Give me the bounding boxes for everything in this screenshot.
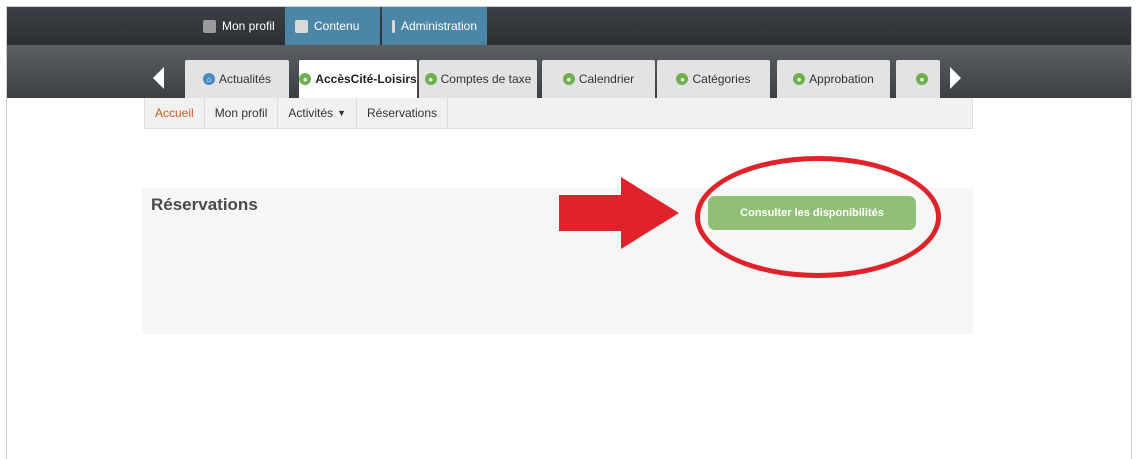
admin-toolbar: Mon profil Contenu Administration [7,7,1131,45]
caret-down-icon: ▼ [337,108,346,118]
reservations-panel: Réservations Consulter les disponibilité… [142,188,973,334]
tab-label: Catégories [692,72,751,86]
tab-comptes-de-taxe[interactable]: ● Comptes de taxe [419,60,537,98]
leaf-icon: ● [916,73,928,85]
scroll-right-arrow-icon[interactable] [950,67,961,89]
consult-availability-button[interactable]: Consulter les disponibilités [708,196,916,230]
tab-label: Calendrier [578,72,635,86]
tab-label: Comptes de taxe [440,72,532,86]
admin-item-mon-profil[interactable]: Mon profil [193,7,285,45]
home-icon: ⌂ [202,73,215,85]
panel-title: Réservations [151,195,258,214]
subnav-item-activites[interactable]: Activités ▼ [278,98,357,128]
subnav-item-mon-profil[interactable]: Mon profil [205,98,279,128]
tab-label: Actualités [218,72,272,86]
subnav-item-label: Accueil [155,106,194,120]
subnav-item-label: Mon profil [214,106,268,120]
admin-item-administration[interactable]: Administration [382,7,487,45]
browser-frame: Mon profil Contenu Administration ⌂ Actu… [6,6,1132,459]
subnav-item-label: Réservations [366,106,438,120]
tab-calendrier[interactable]: ● Calendrier [542,60,655,98]
leaf-icon: ● [676,73,689,85]
admin-item-label: Contenu [314,19,360,33]
main-tab-bar: ⌂ Actualités ● AccèsCité-Loisirs ● Compt… [7,45,1131,98]
document-icon [295,19,308,33]
sub-navigation: Accueil Mon profil Activités ▼ Réservati… [144,98,973,129]
tab-label: AccèsCité-Loisirs [315,72,417,86]
subnav-item-label: Activités [288,106,334,120]
grid-icon [392,19,395,33]
admin-item-contenu[interactable]: Contenu [285,7,380,45]
tab-accescite-loisirs[interactable]: ● AccèsCité-Loisirs [299,60,417,98]
tab-approbation[interactable]: ● Approbation [777,60,890,98]
subnav-item-accueil[interactable]: Accueil [145,98,205,128]
scroll-left-arrow-icon[interactable] [153,67,164,89]
leaf-icon: ● [299,73,312,85]
annotation-arrow-icon [559,177,679,249]
leaf-icon: ● [793,73,806,85]
tab-actualites[interactable]: ⌂ Actualités [185,60,289,98]
admin-item-label: Administration [400,19,477,33]
user-icon [203,19,216,33]
leaf-icon: ● [562,73,575,85]
tab-partial[interactable]: ● [896,60,940,98]
tab-label: Approbation [809,72,874,86]
tab-categories[interactable]: ● Catégories [657,60,770,98]
admin-item-label: Mon profil [222,19,275,33]
subnav-item-reservations[interactable]: Réservations [357,98,449,128]
leaf-icon: ● [424,73,437,85]
